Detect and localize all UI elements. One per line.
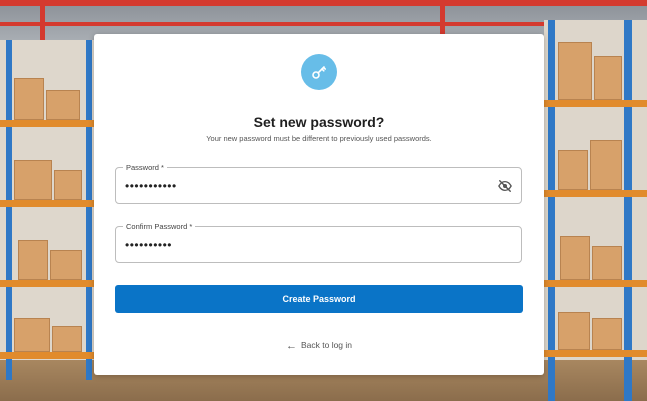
- arrow-left-icon: ←: [285, 340, 297, 352]
- create-password-button[interactable]: Create Password: [115, 285, 523, 313]
- confirm-password-input[interactable]: ••••••••••: [125, 238, 172, 252]
- set-password-card: Set new password? Your new password must…: [94, 34, 544, 375]
- confirm-password-label: Confirm Password *: [123, 221, 196, 232]
- eye-off-icon[interactable]: [497, 178, 513, 194]
- confirm-password-field[interactable]: Confirm Password * ••••••••••: [115, 221, 522, 263]
- back-to-login-link[interactable]: ← Back to log in: [94, 340, 544, 352]
- password-field[interactable]: Password * •••••••••••: [115, 162, 522, 204]
- page-title: Set new password?: [253, 114, 385, 130]
- login-screen: Set new password? Your new password must…: [0, 0, 647, 401]
- key-icon: [301, 54, 337, 90]
- password-input[interactable]: •••••••••••: [125, 179, 177, 193]
- password-label: Password *: [123, 162, 167, 173]
- page-subtitle: Your new password must be different to p…: [206, 134, 432, 143]
- back-to-login-label: Back to log in: [300, 340, 353, 350]
